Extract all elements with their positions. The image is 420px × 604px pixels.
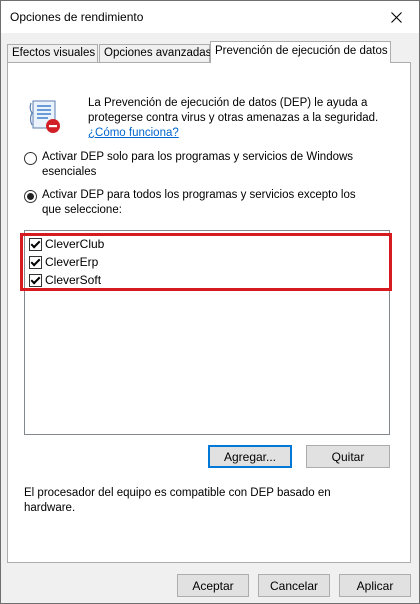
programs-list[interactable]: CleverClub CleverErp CleverSoft — [24, 230, 390, 435]
tab-visual-effects[interactable]: Efectos visuales — [7, 44, 98, 62]
radio-essential-label: Activar DEP solo para los programas y se… — [42, 151, 354, 178]
tab-data-execution-prevention[interactable]: Prevención de ejecución de datos — [210, 41, 391, 63]
checkbox-cleversoft[interactable] — [29, 273, 42, 287]
tab-label: Opciones avanzadas — [104, 47, 212, 59]
radio-all-except-label: Activar DEP para todos los programas y s… — [42, 189, 356, 216]
radio-button-essential[interactable] — [24, 152, 37, 165]
radio-all-except-option[interactable]: Activar DEP para todos los programas y s… — [24, 188, 372, 218]
dep-description-text: La Prevención de ejecución de datos (DEP… — [88, 97, 379, 124]
close-icon — [391, 11, 402, 23]
accept-button[interactable]: Aceptar — [177, 574, 249, 597]
radio-essential-option[interactable]: Activar DEP solo para los programas y se… — [24, 150, 372, 180]
list-item-cleversoft[interactable]: CleverSoft — [29, 271, 101, 289]
window-title: Opciones de rendimiento — [10, 10, 144, 24]
dep-description: La Prevención de ejecución de datos (DEP… — [88, 96, 400, 141]
remove-button[interactable]: Quitar — [306, 445, 390, 468]
checkbox-cleverclub[interactable] — [29, 237, 42, 251]
how-it-works-link[interactable]: ¿Cómo funciona? — [88, 127, 179, 139]
apply-button[interactable]: Aplicar — [339, 574, 411, 597]
list-item-clevererp[interactable]: CleverErp — [29, 253, 98, 271]
list-item-cleverclub[interactable]: CleverClub — [29, 235, 104, 253]
title-bar: Opciones de rendimiento — [1, 1, 419, 33]
radio-button-all-except[interactable] — [24, 190, 37, 203]
list-item-label: CleverClub — [45, 237, 105, 251]
hardware-support-note: El procesador del equipo es compatible c… — [24, 487, 331, 514]
cancel-button[interactable]: Cancelar — [258, 574, 330, 597]
list-item-label: CleverErp — [45, 255, 99, 269]
dep-tab-panel: La Prevención de ejecución de datos (DEP… — [7, 62, 411, 563]
checkbox-clevererp[interactable] — [29, 255, 42, 269]
performance-options-dialog: Opciones de rendimiento Efectos visuales… — [0, 0, 420, 604]
tab-label: Efectos visuales — [12, 47, 96, 59]
add-button[interactable]: Agregar... — [208, 445, 292, 468]
dep-shield-icon — [28, 99, 64, 138]
list-item-label: CleverSoft — [45, 273, 102, 287]
tab-advanced-options[interactable]: Opciones avanzadas — [99, 44, 212, 62]
close-button[interactable] — [374, 1, 419, 33]
tab-label: Prevención de ejecución de datos — [215, 45, 388, 57]
